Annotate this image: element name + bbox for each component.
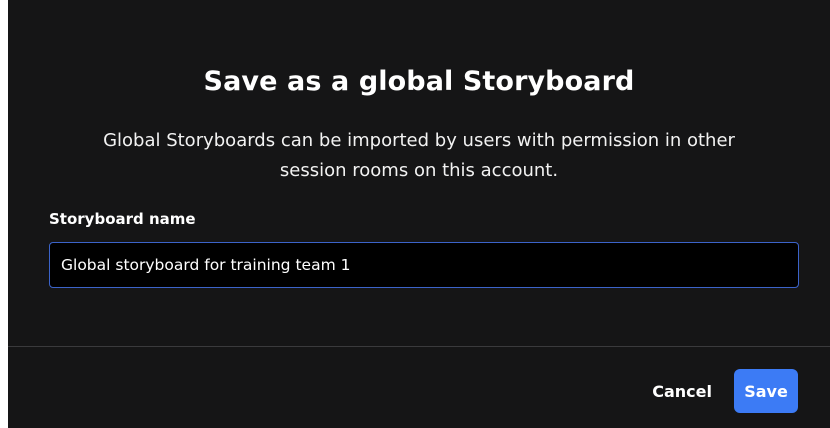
cancel-button[interactable]: Cancel xyxy=(652,382,712,401)
save-button[interactable]: Save xyxy=(734,369,798,413)
storyboard-name-input[interactable] xyxy=(49,242,799,288)
storyboard-name-label: Storyboard name xyxy=(49,210,196,228)
dialog-actions: Cancel Save xyxy=(652,369,798,413)
dialog-title: Save as a global Storyboard xyxy=(203,66,635,97)
footer-divider xyxy=(8,346,830,347)
dialog-description: Global Storyboards can be imported by us… xyxy=(103,130,735,181)
save-global-storyboard-dialog: Save as a global Storyboard Global Story… xyxy=(8,0,830,428)
